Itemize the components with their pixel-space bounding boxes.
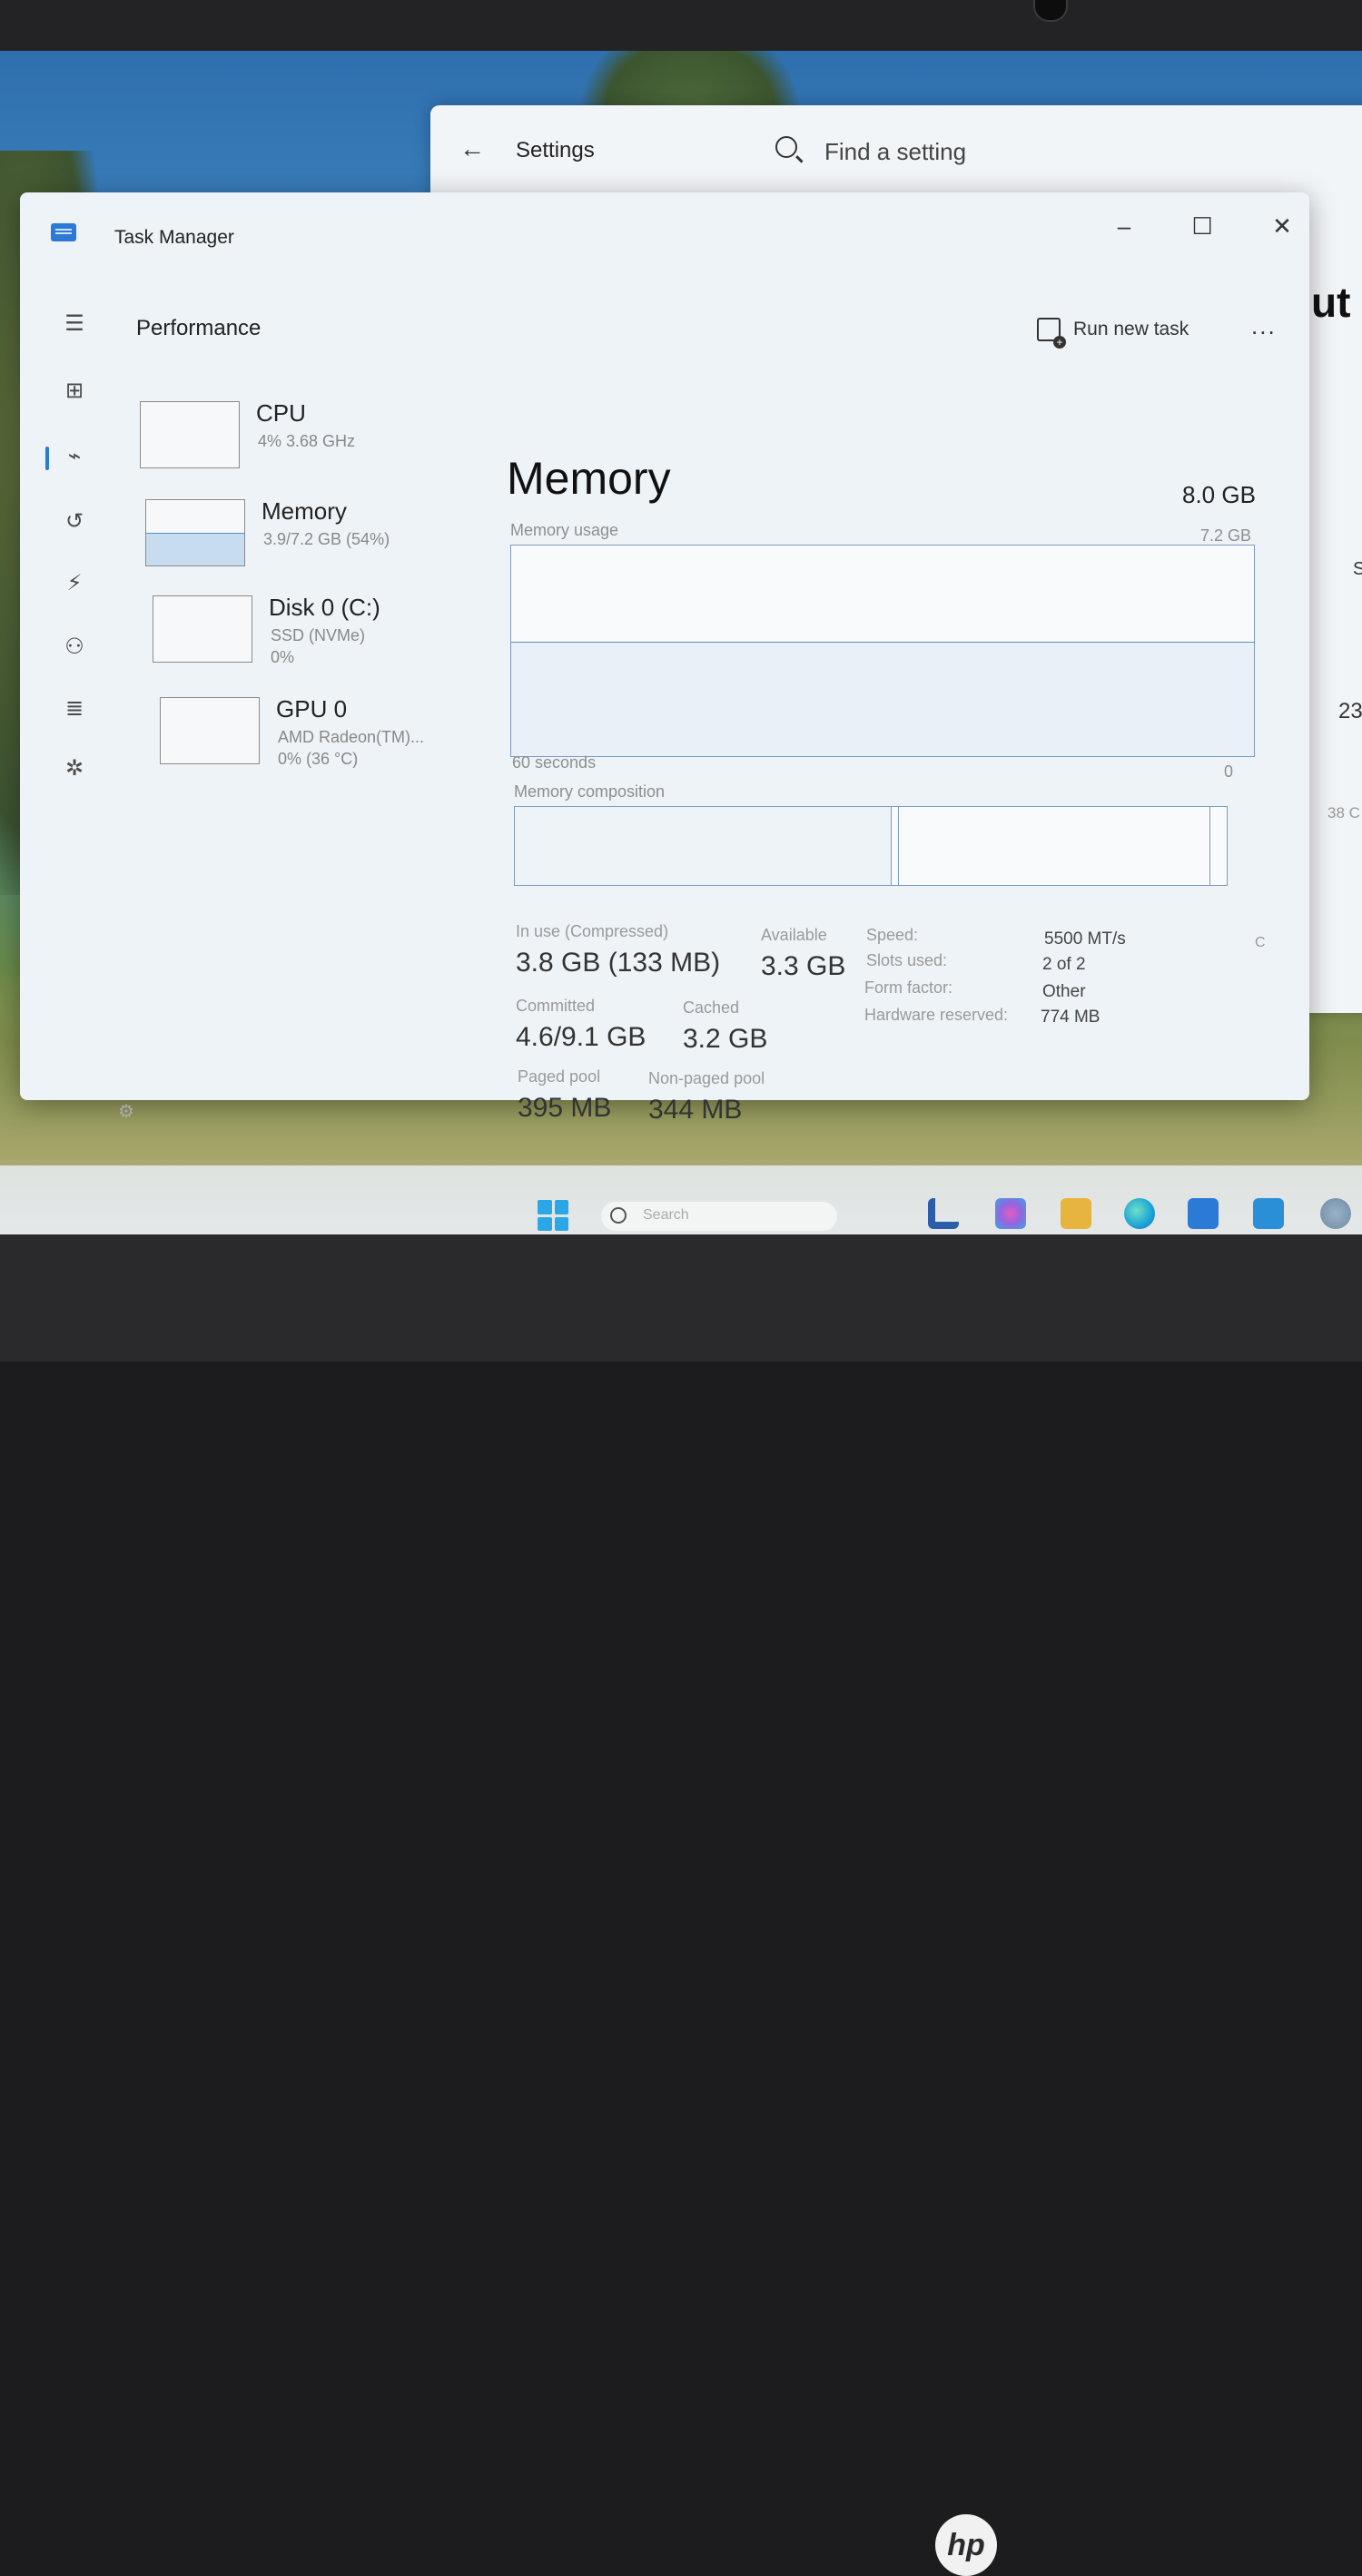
- memory-heading: Memory: [507, 453, 671, 504]
- in-use-value: 3.8 GB (133 MB): [516, 948, 721, 978]
- non-paged-pool-value: 344 MB: [648, 1095, 743, 1125]
- available-value: 3.3 GB: [761, 951, 846, 981]
- start-button-windows-icon[interactable]: [538, 1200, 568, 1231]
- resource-item-gpu[interactable]: GPU 0 AMD Radeon(TM)... 0% (36 °C): [160, 695, 487, 779]
- disk-thumbnail-graph: [153, 595, 252, 663]
- hardware-reserved-value: 774 MB: [1041, 1008, 1100, 1027]
- search-icon: [775, 136, 797, 158]
- performance-icon[interactable]: ⌁: [45, 443, 93, 470]
- composition-in-use: [515, 807, 892, 885]
- settings-taskbar-icon[interactable]: [1320, 1198, 1351, 1229]
- settings-peek-text: S: [1353, 559, 1362, 579]
- back-arrow-icon[interactable]: ←: [459, 134, 485, 163]
- settings-search-input[interactable]: Find a setting: [824, 138, 966, 166]
- cached-value: 3.2 GB: [683, 1024, 768, 1054]
- time-range-label: 60 seconds: [512, 753, 597, 772]
- settings-peek-text: C: [1255, 935, 1266, 950]
- edge-browser-icon[interactable]: [1124, 1198, 1155, 1229]
- screen: ← Settings Find a setting ut S 23 38 C T…: [0, 51, 1362, 1234]
- taskbar-search-placeholder: Search: [643, 1207, 689, 1223]
- settings-peek-text: 23: [1338, 699, 1362, 723]
- resource-detail: 0% (36 °C): [278, 750, 359, 768]
- composition-modified: [891, 807, 899, 885]
- laptop-bezel-top: [0, 0, 1362, 51]
- settings-title: Settings: [516, 138, 595, 162]
- resource-item-memory[interactable]: Memory 3.9/7.2 GB (54%): [145, 497, 472, 581]
- processes-icon[interactable]: ⊞: [56, 378, 93, 404]
- cached-label: Cached: [683, 998, 740, 1017]
- resource-name: Memory: [262, 497, 347, 525]
- form-factor-value: Other: [1042, 982, 1086, 1001]
- close-button[interactable]: ✕: [1264, 212, 1300, 241]
- task-view-icon[interactable]: [928, 1198, 959, 1229]
- memory-usage-graph: [510, 545, 1255, 757]
- resource-detail: AMD Radeon(TM)...: [278, 728, 425, 746]
- hamburger-menu-icon[interactable]: ☰: [56, 310, 93, 337]
- resource-detail: 4% 3.68 GHz: [258, 432, 356, 450]
- search-icon: [610, 1207, 627, 1224]
- hp-logo: hp: [935, 2514, 997, 2576]
- resource-item-disk[interactable]: Disk 0 (C:) SSD (NVMe) 0%: [153, 594, 479, 677]
- cpu-thumbnail-graph: [140, 401, 240, 468]
- resource-name: GPU 0: [276, 695, 348, 723]
- settings-gear-icon[interactable]: ⚙: [118, 1100, 134, 1123]
- minimize-button[interactable]: –: [1106, 212, 1142, 241]
- in-use-label: In use (Compressed): [516, 922, 669, 940]
- committed-label: Committed: [516, 997, 596, 1015]
- gpu-thumbnail-graph: [160, 697, 260, 764]
- users-icon[interactable]: ⚇: [56, 634, 93, 660]
- settings-peek-heading: ut: [1311, 279, 1351, 326]
- committed-value: 4.6/9.1 GB: [516, 1022, 646, 1052]
- microsoft-store-icon[interactable]: [1188, 1198, 1219, 1229]
- details-icon[interactable]: ≣: [56, 695, 93, 722]
- speed-value: 5500 MT/s: [1044, 929, 1126, 949]
- run-new-task-label: Run new task: [1073, 319, 1189, 339]
- memory-composition-label: Memory composition: [514, 782, 666, 801]
- page-title: Performance: [136, 316, 262, 340]
- slots-used-value: 2 of 2: [1042, 955, 1086, 974]
- startup-apps-icon[interactable]: ⚡: [56, 570, 93, 596]
- memory-thumbnail-graph: [145, 499, 245, 566]
- services-icon[interactable]: ✲: [56, 755, 93, 782]
- resource-detail: 0%: [271, 648, 295, 666]
- resource-detail: 3.9/7.2 GB (54%): [263, 530, 390, 548]
- form-factor-label: Form factor:: [864, 978, 953, 997]
- memory-total: 8.0 GB: [1182, 481, 1256, 508]
- available-label: Available: [761, 926, 827, 944]
- memory-usage-max: 7.2 GB: [1200, 526, 1252, 545]
- paged-pool-label: Paged pool: [518, 1067, 601, 1086]
- resource-name: Disk 0 (C:): [269, 594, 380, 621]
- memory-composition-bar: [514, 806, 1228, 886]
- webcam: [1033, 0, 1068, 22]
- hardware-reserved-label: Hardware reserved:: [864, 1006, 1009, 1024]
- taskbar-search-box[interactable]: Search: [601, 1202, 837, 1231]
- run-task-icon: [1037, 318, 1066, 349]
- copilot-icon[interactable]: [995, 1198, 1026, 1229]
- graph-min-label: 0: [1224, 762, 1234, 781]
- file-explorer-icon[interactable]: [1061, 1198, 1091, 1229]
- run-new-task-button[interactable]: Run new task: [1037, 318, 1189, 349]
- resource-item-cpu[interactable]: CPU 4% 3.68 GHz: [140, 399, 467, 483]
- task-manager-logo-icon: [51, 223, 76, 241]
- window-title: Task Manager: [114, 227, 234, 248]
- more-options-button[interactable]: ...: [1251, 312, 1277, 340]
- settings-peek-text: 38 C: [1327, 804, 1360, 821]
- outlook-icon[interactable]: [1253, 1198, 1284, 1229]
- maximize-button[interactable]: ☐: [1184, 212, 1220, 241]
- speed-label: Speed:: [866, 926, 919, 944]
- memory-usage-label: Memory usage: [510, 521, 619, 539]
- resource-detail: SSD (NVMe): [271, 626, 366, 644]
- memory-thumbnail-fill: [146, 533, 244, 565]
- paged-pool-value: 395 MB: [518, 1093, 612, 1123]
- app-history-icon[interactable]: ↺: [56, 508, 93, 535]
- non-paged-pool-label: Non-paged pool: [648, 1069, 765, 1087]
- laptop-bezel-bottom: hp: [0, 1234, 1362, 2576]
- composition-free: [1209, 807, 1227, 885]
- resource-name: CPU: [256, 399, 306, 427]
- memory-usage-fill: [511, 641, 1254, 756]
- task-manager-window[interactable]: Task Manager – ☐ ✕ ☰ ⊞ ⌁ ↺ ⚡ ⚇ ≣ ✲ ⚙ Per…: [20, 192, 1309, 1125]
- slots-used-label: Slots used:: [866, 951, 948, 969]
